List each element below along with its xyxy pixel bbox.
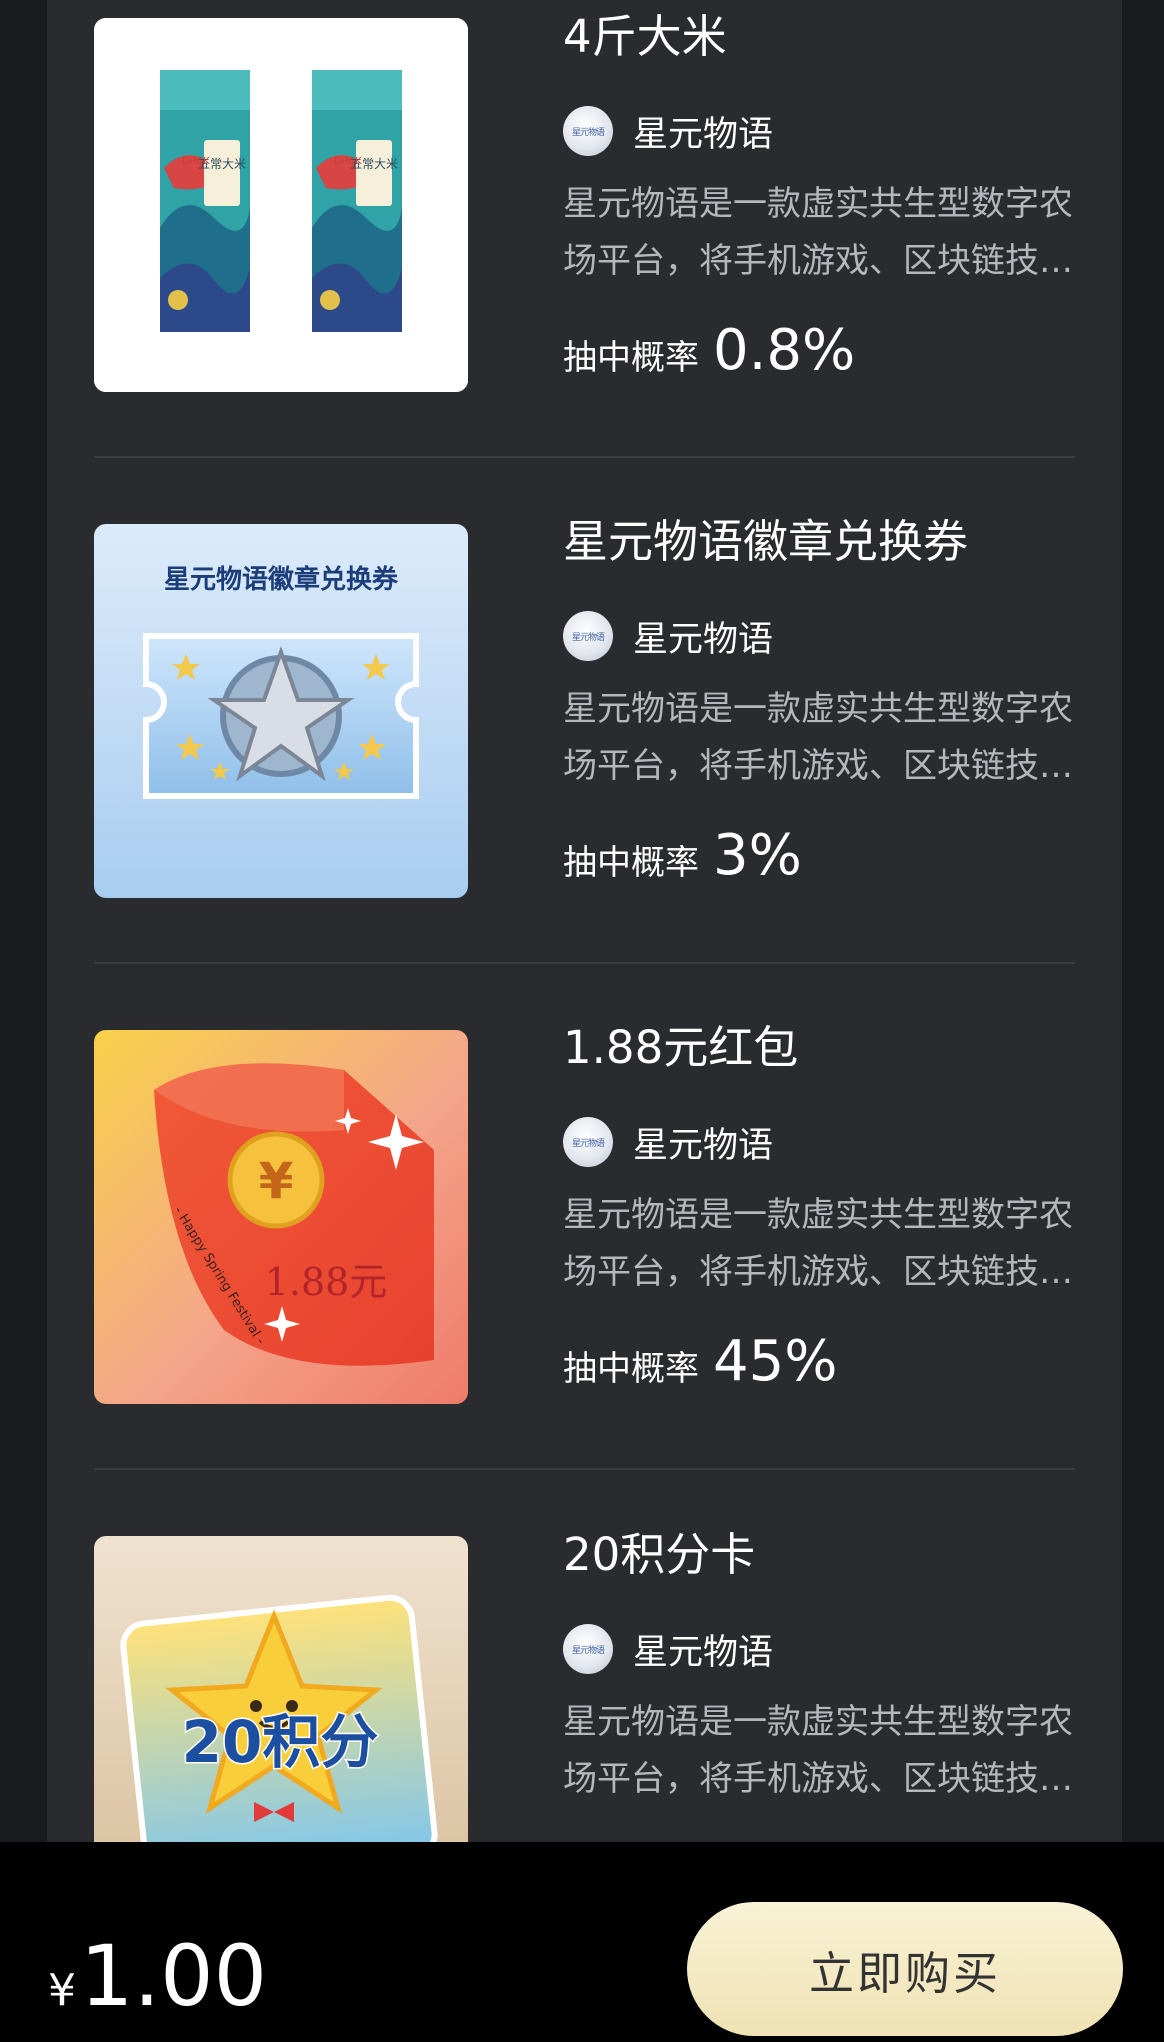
badge-voucher-icon: 星元物语徽章兑换券 [94, 524, 468, 898]
shop-info[interactable]: 星元物语 星元物语 [563, 105, 773, 157]
shop-info[interactable]: 星元物语 星元物语 [563, 1623, 773, 1675]
prize-item-rice[interactable]: 五常大米 DRCK 五常大米 DRCK 4斤大米 星元物语 星元物语 星元物语是… [94, 10, 1122, 392]
prize-image-badge-voucher: 星元物语徽章兑换券 [94, 524, 468, 898]
rice-brand-text: DRCK [182, 156, 210, 167]
probability-value: 3% [713, 823, 802, 888]
prize-description: 星元物语是一款虚实共生型数字农场平台，将手机游戏、区块链技术与现代农业相融合 [563, 1702, 1073, 1799]
buy-now-label: 立即购买 [808, 1946, 1001, 2000]
prize-image-points-card: 20积分 [94, 1536, 468, 1842]
shop-info[interactable]: 星元物语 星元物语 [563, 1116, 773, 1168]
shop-logo-icon: 星元物语 [563, 106, 613, 156]
probability: 抽中概率 0.8% [563, 318, 855, 383]
price-value: 1.00 [80, 1927, 268, 2025]
points-card-icon: 20积分 [94, 1536, 468, 1842]
probability: 抽中概率 3% [563, 823, 802, 888]
probability-value: 0.8% [713, 318, 856, 383]
price: ¥ 1.00 [48, 1927, 267, 2025]
prize-title: 星元物语徽章兑换券 [563, 515, 969, 568]
divider [94, 456, 1075, 458]
buy-now-button[interactable]: 立即购买 [687, 1902, 1123, 2036]
prize-image-red-envelope: ¥ 1.88元 - Happy Spring Festival - [94, 1030, 468, 1404]
red-envelope-icon: ¥ 1.88元 - Happy Spring Festival - [94, 1030, 468, 1404]
shop-info[interactable]: 星元物语 星元物语 [563, 610, 773, 662]
rice-bags-icon: 五常大米 DRCK 五常大米 DRCK [94, 18, 468, 392]
rice-brand-text: DRCK [334, 156, 362, 167]
shop-logo-icon: 星元物语 [563, 1624, 613, 1674]
probability: 抽中概率 45% [563, 1329, 837, 1394]
probability-value: 45% [713, 1329, 838, 1394]
shop-name: 星元物语 [633, 114, 774, 155]
probability-label: 抽中概率 [563, 338, 699, 378]
coin-yuan-icon: ¥ [259, 1152, 294, 1210]
probability-label: 抽中概率 [563, 843, 699, 883]
divider [94, 962, 1075, 964]
shop-name: 星元物语 [633, 1125, 774, 1166]
purchase-bar: ¥ 1.00 立即购买 [0, 1842, 1164, 2042]
probability-label: 抽中概率 [563, 1349, 699, 1389]
prize-title: 4斤大米 [563, 10, 727, 63]
shop-logo-icon: 星元物语 [563, 1117, 613, 1167]
currency-symbol: ¥ [48, 1965, 76, 2016]
prize-description: 星元物语是一款虚实共生型数字农场平台，将手机游戏、区块链技术与现代农业相融合 [563, 1195, 1073, 1292]
voucher-banner-text: 星元物语徽章兑换券 [164, 564, 399, 595]
prize-image-rice: 五常大米 DRCK 五常大米 DRCK [94, 18, 468, 392]
prize-list-panel: 五常大米 DRCK 五常大米 DRCK 4斤大米 星元物语 星元物语 星元物语是… [47, 0, 1122, 1842]
prize-item-badge-voucher[interactable]: 星元物语徽章兑换券 星元物语徽章兑换券 星元物语 星元物语 星元物语是一款虚实共… [94, 515, 1122, 898]
prize-item-red-envelope[interactable]: ¥ 1.88元 - Happy Spring Festival - 1.88元红… [94, 1021, 1122, 1404]
prize-description: 星元物语是一款虚实共生型数字农场平台，将手机游戏、区块链技术与现代农业相融合 [563, 689, 1073, 786]
prize-title: 20积分卡 [563, 1528, 756, 1581]
divider [94, 1468, 1075, 1470]
shop-name: 星元物语 [633, 619, 774, 660]
envelope-amount-text: 1.88元 [265, 1260, 388, 1304]
prize-item-points-card[interactable]: 20积分 20积分卡 星元物语 星元物语 星元物语是一款虚实共生型数字农场平台，… [94, 1528, 1122, 1842]
shop-logo-icon: 星元物语 [563, 611, 613, 661]
points-card-text: 20积分 [182, 1708, 379, 1776]
prize-list-page: 五常大米 DRCK 五常大米 DRCK 4斤大米 星元物语 星元物语 星元物语是… [0, 0, 1164, 2042]
prize-title: 1.88元红包 [563, 1021, 799, 1074]
shop-name: 星元物语 [633, 1632, 774, 1673]
prize-description: 星元物语是一款虚实共生型数字农场平台，将手机游戏、区块链技术与现代农业相融合 [563, 184, 1073, 281]
